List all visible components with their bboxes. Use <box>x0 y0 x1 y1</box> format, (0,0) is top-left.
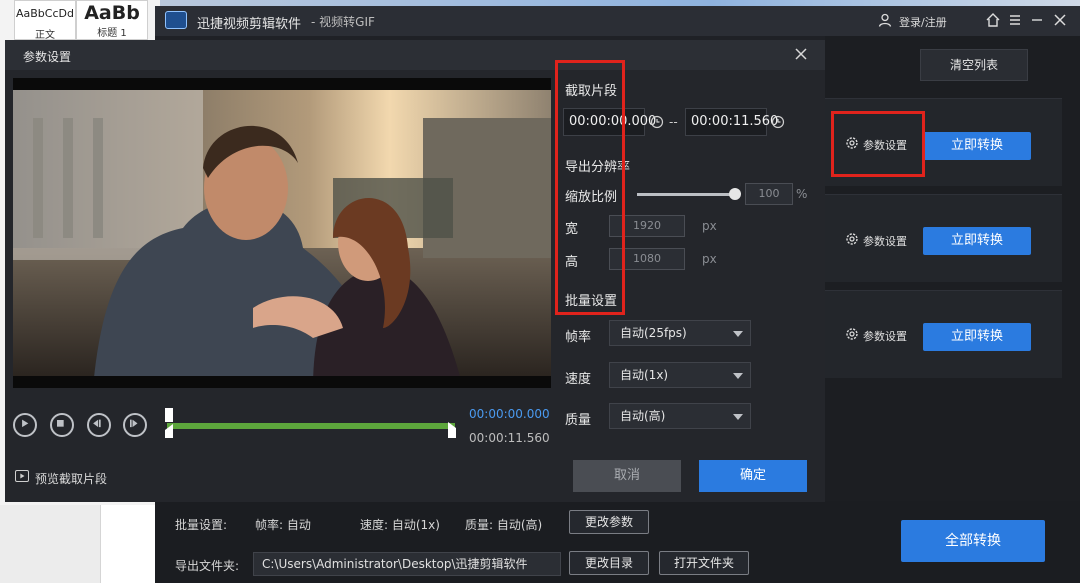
fps-select[interactable]: 自动(25fps) <box>609 320 751 346</box>
home-icon[interactable] <box>983 10 1003 30</box>
close-icon[interactable] <box>1050 10 1070 30</box>
app-subtitle: - 视频转GIF <box>311 15 375 29</box>
title-bar: 迅捷视频剪辑软件 - 视频转GIF 登录/注册 <box>155 6 1080 36</box>
start-handle[interactable] <box>165 408 173 438</box>
cancel-button[interactable]: 取消 <box>573 460 681 492</box>
style-name: 标题 1 <box>97 28 127 39</box>
percent-unit: % <box>796 187 808 201</box>
open-folder-button[interactable]: 打开文件夹 <box>659 551 749 575</box>
chevron-down-icon <box>733 331 743 337</box>
output-path-field[interactable]: C:\Users\Administrator\Desktop\迅捷剪辑软件 <box>253 552 561 576</box>
settings-label: 参数设置 <box>863 235 907 248</box>
total-time: 00:00:11.560 <box>469 431 550 445</box>
batch-settings-label: 批量设置: <box>175 518 228 532</box>
end-time-input[interactable]: 00:00:11.560 <box>685 108 778 136</box>
settings-dialog: 参数设置 00:00:00.000 00:00:11.560 预览截取片段 截取… <box>5 40 825 502</box>
item-settings-button[interactable]: 参数设置 <box>845 324 925 346</box>
convert-now-button[interactable]: 立即转换 <box>923 227 1031 255</box>
video-preview[interactable] <box>13 78 551 388</box>
speed-select[interactable]: 自动(1x) <box>609 362 751 388</box>
video-frame-image <box>13 78 551 388</box>
menu-icon[interactable] <box>1005 10 1025 30</box>
output-folder-label: 导出文件夹: <box>175 559 240 573</box>
gear-icon <box>846 233 858 245</box>
speed-label: 速度 <box>565 372 592 387</box>
fps-value: 自动(25fps) <box>620 326 687 340</box>
height-unit: px <box>702 252 717 266</box>
chevron-down-icon <box>733 373 743 379</box>
stop-icon[interactable] <box>50 413 74 437</box>
fps-label: 帧率 <box>565 330 592 345</box>
style-normal[interactable]: AaBbCcDd 正文 <box>14 0 76 41</box>
preview-icon[interactable] <box>15 470 29 482</box>
word-page-margin <box>0 505 100 583</box>
prev-frame-icon[interactable] <box>87 413 111 437</box>
style-heading1[interactable]: AaBb 标题 1 <box>76 0 148 40</box>
dialog-header: 参数设置 <box>5 40 825 70</box>
app-logo-icon <box>165 11 187 29</box>
preview-clip-link[interactable]: 预览截取片段 <box>35 470 107 487</box>
quality-select[interactable]: 自动(高) <box>609 403 751 429</box>
convert-all-button[interactable]: 全部转换 <box>901 520 1045 562</box>
speed-summary: 速度: 自动(1x) <box>360 518 440 532</box>
scale-slider-handle[interactable] <box>729 188 741 200</box>
style-name: 正文 <box>35 30 55 41</box>
fps-summary: 帧率: 自动 <box>255 518 311 532</box>
quality-label: 质量 <box>565 413 592 428</box>
close-icon[interactable] <box>791 44 811 64</box>
highlight-box <box>555 60 625 315</box>
ok-button[interactable]: 确定 <box>699 460 807 492</box>
end-handle[interactable] <box>448 408 456 438</box>
gear-icon <box>846 328 858 340</box>
minimize-icon[interactable] <box>1027 10 1047 30</box>
style-sample: AaBbCcDd <box>16 7 74 20</box>
width-unit: px <box>702 219 717 233</box>
play-icon[interactable] <box>13 413 37 437</box>
chevron-down-icon <box>733 414 743 420</box>
speed-value: 自动(1x) <box>620 368 669 382</box>
style-sample: AaBb <box>84 2 140 24</box>
settings-label: 参数设置 <box>863 330 907 343</box>
quality-value: 自动(高) <box>620 409 666 423</box>
next-frame-icon[interactable] <box>123 413 147 437</box>
convert-now-button[interactable]: 立即转换 <box>923 323 1031 351</box>
word-ruler <box>100 505 155 583</box>
login-link[interactable]: 登录/注册 <box>899 14 947 30</box>
scale-slider-track[interactable] <box>637 193 735 196</box>
clear-list-button[interactable]: 清空列表 <box>920 49 1028 81</box>
clock-icon[interactable] <box>650 115 664 129</box>
dialog-title: 参数设置 <box>23 50 72 64</box>
convert-now-button[interactable]: 立即转换 <box>923 132 1031 160</box>
current-time: 00:00:00.000 <box>469 407 550 421</box>
time-separator: -- <box>669 115 678 129</box>
scale-input[interactable]: 100 <box>745 183 793 205</box>
app-title: 迅捷视频剪辑软件 <box>197 17 302 32</box>
user-icon[interactable] <box>878 13 892 27</box>
clock-icon[interactable] <box>771 115 785 129</box>
change-params-button[interactable]: 更改参数 <box>569 510 649 534</box>
highlight-box <box>831 111 925 177</box>
quality-summary: 质量: 自动(高) <box>465 518 543 532</box>
change-dir-button[interactable]: 更改目录 <box>569 551 649 575</box>
clip-timeline[interactable] <box>167 423 455 429</box>
item-settings-button[interactable]: 参数设置 <box>845 229 925 251</box>
